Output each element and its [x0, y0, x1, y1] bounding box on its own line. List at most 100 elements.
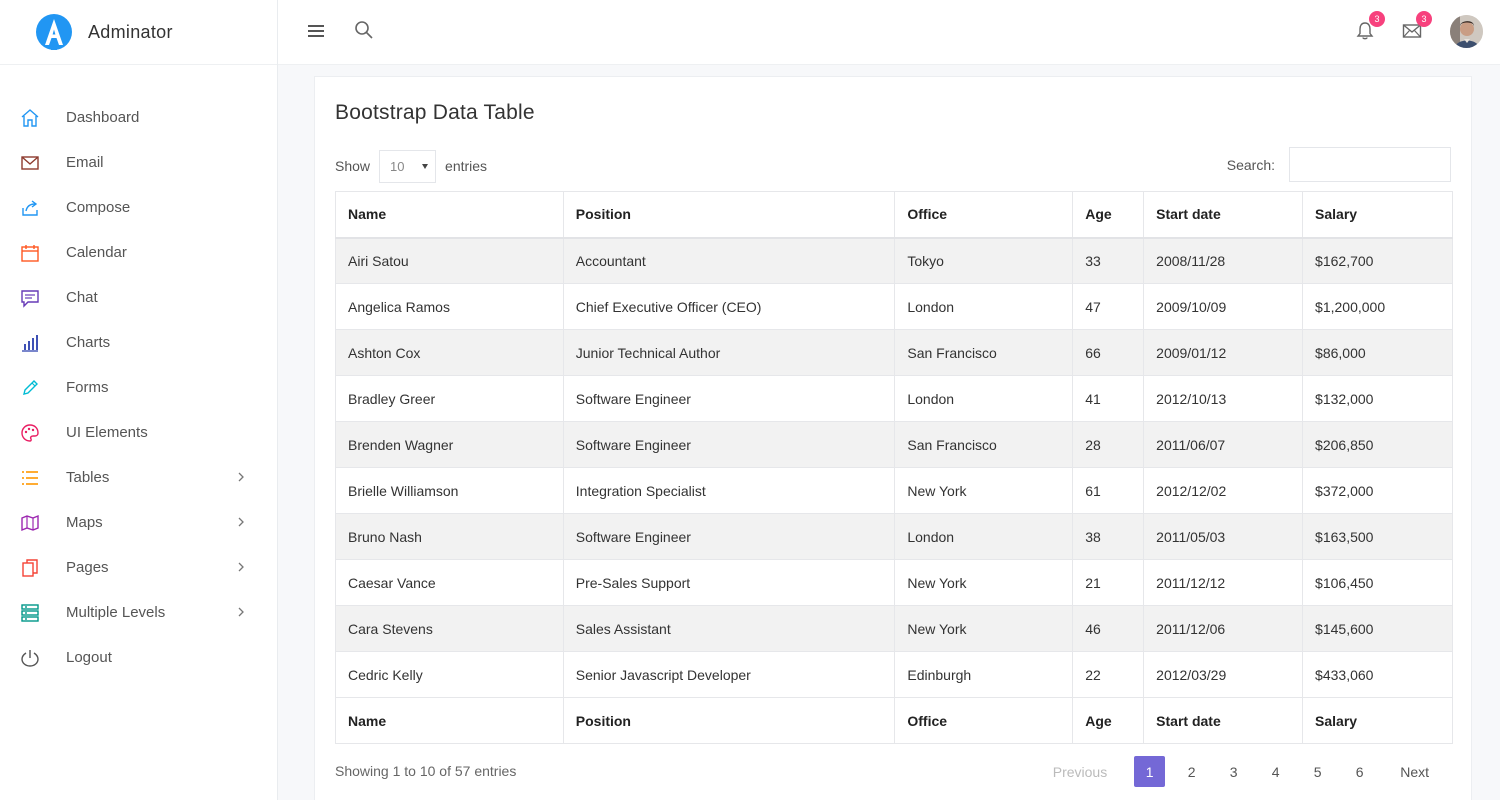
caret-down-icon — [422, 163, 429, 169]
sidebar-item-label: Calendar — [66, 244, 127, 261]
table-cell-name: Cara Stevens — [335, 605, 564, 652]
column-header-name[interactable]: Name — [335, 191, 564, 239]
table-cell-age: 21 — [1072, 559, 1145, 606]
pagination-page-4[interactable]: 4 — [1260, 756, 1291, 787]
sidebar-item-tables[interactable]: Tables — [0, 455, 277, 500]
sidebar-item-label: Maps — [66, 514, 103, 531]
sidebar-item-email[interactable]: Email — [0, 140, 277, 185]
table-cell-position: Software Engineer — [562, 513, 896, 560]
brand-name: Adminator — [88, 21, 173, 42]
table-cell-age: 66 — [1072, 329, 1145, 376]
notifications-button[interactable]: 3 — [1354, 11, 1385, 42]
table-row: Brielle Williamson Integration Specialist… — [335, 467, 1453, 514]
sidebar-item-charts[interactable]: Charts — [0, 320, 277, 365]
table-cell-office: New York — [894, 605, 1074, 652]
table-cell-office: San Francisco — [894, 421, 1074, 468]
pagination-next-button[interactable]: Next — [1386, 756, 1451, 787]
sidebar-item-maps[interactable]: Maps — [0, 500, 277, 545]
search-input[interactable] — [1289, 147, 1451, 182]
pagination-page-1[interactable]: 1 — [1134, 756, 1166, 787]
messages-button[interactable]: 3 — [1401, 11, 1432, 42]
sidebar-item-chat[interactable]: Chat — [0, 275, 277, 320]
table-cell-office: New York — [894, 467, 1074, 514]
table-row: Cedric Kelly Senior Javascript Developer E… — [335, 651, 1453, 698]
table-cell-start-date: 2008/11/28 — [1143, 237, 1304, 284]
column-header-start-date[interactable]: Start date — [1143, 191, 1304, 239]
table-cell-position: Accountant — [562, 237, 896, 284]
pagination-page-2[interactable]: 2 — [1176, 756, 1207, 787]
brand[interactable]: Adminator — [0, 0, 277, 65]
table-cell-salary: $163,500 — [1302, 513, 1453, 560]
table-cell-position: Software Engineer — [562, 375, 896, 422]
sidebar-item-forms[interactable]: Forms — [0, 365, 277, 410]
chevron-right-icon — [238, 517, 244, 527]
sidebar-item-compose[interactable]: Compose — [0, 185, 277, 230]
pagination-previous-button[interactable]: Previous — [1037, 756, 1123, 787]
mail-icon — [20, 153, 40, 173]
table-cell-start-date: 2009/10/09 — [1143, 283, 1304, 330]
table-cell-age: 28 — [1072, 421, 1145, 468]
table-cell-salary: $162,700 — [1302, 237, 1453, 284]
table-cell-name: Brielle Williamson — [335, 467, 564, 514]
table-cell-age: 47 — [1072, 283, 1145, 330]
chat-icon — [20, 288, 40, 308]
table-cell-age: 38 — [1072, 513, 1145, 560]
table-info: Showing 1 to 10 of 57 entries — [335, 763, 517, 779]
pagination-page-6[interactable]: 6 — [1344, 756, 1375, 787]
table-cell-name: Bruno Nash — [335, 513, 564, 560]
table-cell-salary: $145,600 — [1302, 605, 1453, 652]
home-icon — [20, 108, 40, 128]
entries-select[interactable]: 10 — [379, 149, 437, 183]
chevron-right-icon — [238, 607, 244, 617]
column-footer-name: Name — [335, 697, 564, 744]
table-cell-office: London — [894, 513, 1074, 560]
share-icon — [20, 198, 40, 218]
table-cell-position: Pre-Sales Support — [562, 559, 896, 606]
pagination-page-3[interactable]: 3 — [1218, 756, 1249, 787]
table-cell-start-date: 2012/12/02 — [1143, 467, 1304, 514]
table-row: Brenden Wagner Software Engineer San Franc… — [335, 421, 1453, 468]
power-icon — [20, 648, 40, 668]
table-cell-office: San Francisco — [894, 329, 1074, 376]
sidebar-item-label: Compose — [66, 199, 131, 216]
table-row: Airi Satou Accountant Tokyo 33 2008/11/28 $16… — [335, 237, 1453, 284]
table-row: Cara Stevens Sales Assistant New York 46 201… — [335, 605, 1453, 652]
column-header-office[interactable]: Office — [894, 191, 1074, 239]
sidebar-item-calendar[interactable]: Calendar — [0, 230, 277, 275]
table-cell-age: 61 — [1072, 467, 1145, 514]
table-cell-salary: $372,000 — [1302, 467, 1453, 514]
table-cell-position: Senior Javascript Developer — [562, 651, 896, 698]
column-header-position[interactable]: Position — [562, 191, 896, 239]
topbar: 3 3 — [278, 0, 1500, 65]
sidebar-item-dashboard[interactable]: Dashboard — [0, 95, 277, 140]
user-avatar[interactable] — [1450, 15, 1483, 48]
chevron-right-icon — [238, 472, 244, 482]
user-photo-icon — [1450, 15, 1483, 48]
sidebar-item-label: Pages — [66, 559, 109, 576]
sidebar-item-logout[interactable]: Logout — [0, 635, 277, 680]
table-cell-position: Junior Technical Author — [562, 329, 896, 376]
table-row: Bradley Greer Software Engineer London 41 20… — [335, 375, 1453, 422]
table-cell-position: Integration Specialist — [562, 467, 896, 514]
table-cell-name: Caesar Vance — [335, 559, 564, 606]
card-title: Bootstrap Data Table — [335, 101, 535, 124]
table-cell-salary: $132,000 — [1302, 375, 1453, 422]
table-cell-office: London — [894, 283, 1074, 330]
sidebar-item-multiple-levels[interactable]: Multiple Levels — [0, 590, 277, 635]
sidebar-item-pages[interactable]: Pages — [0, 545, 277, 590]
calendar-icon — [20, 243, 40, 263]
column-footer-start-date: Start date — [1143, 697, 1304, 744]
column-header-salary[interactable]: Salary — [1302, 191, 1453, 239]
pencil-icon — [20, 378, 40, 398]
table-cell-age: 22 — [1072, 651, 1145, 698]
hamburger-menu-icon[interactable] — [307, 22, 327, 40]
show-label: Show — [335, 158, 371, 174]
data-table-card: Bootstrap Data Table Show 10 entries Sea… — [314, 76, 1472, 800]
table-cell-name: Bradley Greer — [335, 375, 564, 422]
table-row: Angelica Ramos Chief Executive Officer (C… — [335, 283, 1453, 330]
column-header-age[interactable]: Age — [1072, 191, 1145, 239]
sidebar-nav: Dashboard Email Compose Calendar Chat Charts F… — [0, 65, 277, 680]
search-icon[interactable] — [354, 20, 374, 40]
pagination-page-5[interactable]: 5 — [1302, 756, 1333, 787]
sidebar-item-ui-elements[interactable]: UI Elements — [0, 410, 277, 455]
